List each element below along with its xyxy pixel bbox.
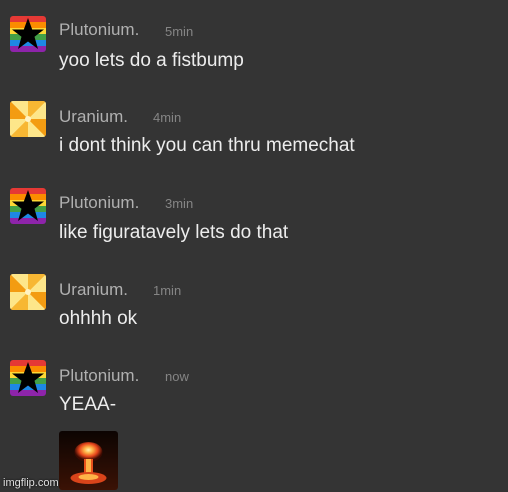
username[interactable]: Uranium. bbox=[59, 107, 128, 127]
avatar[interactable] bbox=[10, 101, 46, 137]
rainbow-star-icon bbox=[10, 16, 46, 52]
username[interactable]: Plutonium. bbox=[59, 193, 139, 213]
message-text: i dont think you can thru memechat bbox=[59, 135, 355, 156]
message-text: yoo lets do a fistbump bbox=[59, 50, 244, 71]
message-text: YEAA- bbox=[59, 394, 117, 415]
timestamp: 1min bbox=[153, 283, 182, 298]
message-text: ohhhh ok bbox=[59, 308, 138, 329]
avatar[interactable] bbox=[10, 360, 46, 396]
avatar[interactable] bbox=[10, 16, 46, 52]
radiation-burst-icon bbox=[10, 101, 46, 137]
username[interactable]: Uranium. bbox=[59, 280, 128, 300]
image-attachment[interactable] bbox=[59, 431, 118, 490]
avatar[interactable] bbox=[10, 274, 46, 310]
username[interactable]: Plutonium. bbox=[59, 366, 139, 386]
mushroom-cloud-image bbox=[59, 431, 118, 490]
message-text: like figuratavely lets do that bbox=[59, 222, 289, 243]
watermark: imgflip.com bbox=[3, 477, 59, 489]
timestamp: 3min bbox=[165, 196, 194, 211]
timestamp: now bbox=[165, 369, 189, 384]
rainbow-star-icon bbox=[10, 188, 46, 224]
timestamp: 5min bbox=[165, 24, 194, 39]
avatar[interactable] bbox=[10, 188, 46, 224]
radiation-burst-icon bbox=[10, 274, 46, 310]
timestamp: 4min bbox=[153, 110, 182, 125]
rainbow-star-icon bbox=[10, 360, 46, 396]
username[interactable]: Plutonium. bbox=[59, 20, 139, 40]
